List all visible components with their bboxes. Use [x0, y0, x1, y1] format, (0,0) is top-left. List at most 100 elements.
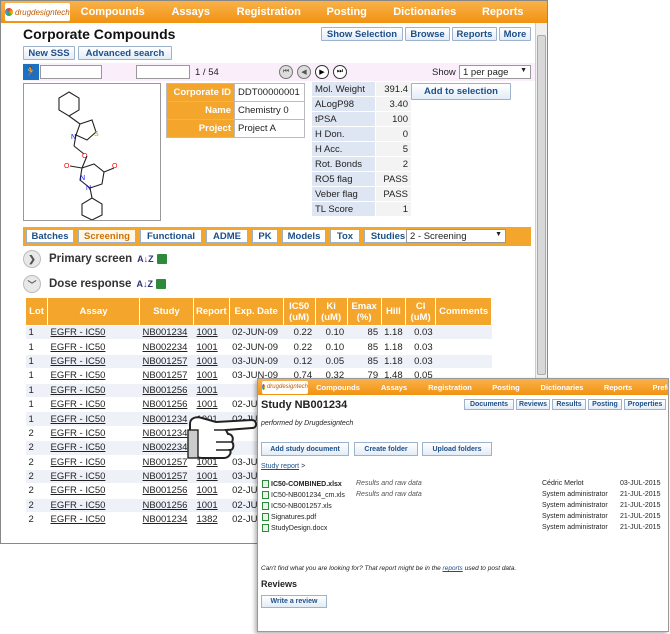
sort-icon[interactable]: A↓Z [137, 254, 154, 264]
upload-folders-button[interactable]: Upload folders [422, 442, 492, 456]
table-cell[interactable]: NB002234 [139, 339, 194, 355]
study-logo[interactable]: drugdesigntech [262, 380, 308, 394]
file-name[interactable]: IC50-COMBINED.xlsx [271, 481, 342, 488]
page-number-input[interactable] [136, 65, 190, 79]
file-name[interactable]: IC50-NB001257.xls [271, 503, 332, 510]
table-cell[interactable]: EGFR - IC50 [47, 498, 140, 514]
table-cell[interactable]: EGFR - IC50 [47, 469, 140, 485]
tab-studies[interactable]: Studies [364, 229, 412, 243]
add-study-document-button[interactable]: Add study document [261, 442, 349, 456]
file-name-cell[interactable]: StudyDesign.docx [262, 524, 327, 532]
excel-icon[interactable] [155, 279, 166, 289]
reviews-button[interactable]: Reviews [516, 399, 550, 410]
logo[interactable]: drugdesigntech [5, 3, 70, 21]
column-header[interactable]: Comments [435, 297, 493, 326]
table-cell[interactable]: EGFR - IC50 [47, 426, 140, 442]
table-cell[interactable]: EGFR - IC50 [47, 411, 140, 427]
table-cell[interactable]: 1382 [193, 512, 230, 528]
create-folder-button[interactable]: Create folder [354, 442, 418, 456]
chevron-down-icon[interactable]: ﹀ [23, 275, 41, 293]
study-nav-assays[interactable]: Assays [366, 383, 422, 392]
dose-response-section[interactable]: ﹀ Dose response A↓Z [23, 273, 166, 295]
add-to-selection-button[interactable]: Add to selection [411, 83, 511, 100]
nav-registration[interactable]: Registration [230, 6, 308, 18]
advanced-search-button[interactable]: Advanced search [78, 46, 172, 60]
table-cell[interactable]: EGFR - IC50 [47, 354, 140, 370]
runner-icon[interactable]: 🏃 [23, 64, 39, 80]
tab-adme[interactable]: ADME [206, 229, 248, 243]
file-row[interactable]: StudyDesign.docx System administrator 21-J… [262, 524, 664, 535]
file-name-cell[interactable]: IC50-NB001234_cm.xls [262, 491, 345, 499]
primary-screen-section[interactable]: ❯ Primary screen A↓Z [23, 248, 167, 270]
table-cell[interactable]: NB001256 [139, 498, 194, 514]
study-nav-dictionaries[interactable]: Dictionaries [534, 383, 590, 392]
table-cell[interactable]: 1001 [193, 383, 230, 398]
table-cell[interactable]: NB001257 [139, 354, 194, 370]
show-selection-button[interactable]: Show Selection [321, 27, 403, 41]
column-header[interactable]: Assay [47, 297, 140, 326]
new-sss-button[interactable]: New SSS [23, 46, 75, 60]
results-button[interactable]: Results [552, 399, 586, 410]
tab-select[interactable]: 2 - Screening ▼ [406, 229, 506, 243]
table-cell[interactable]: EGFR - IC50 [47, 397, 140, 413]
table-cell[interactable]: EGFR - IC50 [47, 368, 140, 384]
table-cell[interactable]: NB001256 [139, 383, 194, 398]
file-row[interactable]: IC50-COMBINED.xlsx Results and raw data Cé… [262, 480, 664, 491]
excel-icon[interactable] [156, 254, 167, 264]
column-header[interactable]: Report [193, 297, 230, 326]
nav-posting[interactable]: Posting [308, 6, 386, 18]
table-cell[interactable]: EGFR - IC50 [47, 512, 140, 528]
tab-functional[interactable]: Functional [140, 229, 202, 243]
structure-image[interactable]: N S O O N N O [23, 83, 161, 221]
column-header[interactable]: Emax (%) [346, 297, 382, 326]
table-cell[interactable]: EGFR - IC50 [47, 440, 140, 456]
table-cell[interactable]: 1001 [193, 354, 230, 370]
nav-reports[interactable]: Reports [464, 6, 542, 18]
table-cell[interactable]: EGFR - IC50 [47, 325, 140, 341]
tab-tox[interactable]: Tox [330, 229, 360, 243]
column-header[interactable]: CI (uM) [405, 297, 437, 326]
scrollbar-thumb[interactable] [537, 35, 546, 375]
documents-button[interactable]: Documents [464, 399, 514, 410]
table-cell[interactable]: NB001257 [139, 368, 194, 384]
reports-link[interactable]: reports [443, 565, 463, 572]
table-cell[interactable]: 1001 [193, 483, 230, 499]
file-row[interactable]: IC50-NB001257.xls System administrator 21-… [262, 502, 664, 513]
column-header[interactable]: IC50 (uM) [282, 297, 316, 326]
table-row[interactable]: 1 EGFR - IC50 NB001234 1001 02-JUN-09 0.22 0.1… [25, 325, 492, 341]
column-header[interactable]: Exp. Date [228, 297, 284, 326]
tab-pk[interactable]: PK [252, 229, 278, 243]
next-page-icon[interactable]: ▶ [315, 65, 329, 79]
breadcrumb-study-report[interactable]: Study report [261, 463, 299, 470]
column-header[interactable]: Study [139, 297, 194, 326]
study-nav-posting[interactable]: Posting [478, 383, 534, 392]
table-row[interactable]: 1 EGFR - IC50 NB002234 1001 02-JUN-09 0.22 0.1… [25, 339, 492, 355]
study-nav-preferences[interactable]: Preferences [646, 383, 668, 392]
per-page-select[interactable]: 1 per page ▼ [459, 65, 531, 79]
tab-batches[interactable]: Batches [26, 229, 74, 243]
table-cell[interactable]: 1001 [193, 469, 230, 485]
table-cell[interactable]: EGFR - IC50 [47, 455, 140, 470]
posting-button[interactable]: Posting [588, 399, 622, 410]
nav-dictionaries[interactable]: Dictionaries [386, 6, 464, 18]
study-nav-registration[interactable]: Registration [422, 383, 478, 392]
more-button[interactable]: More [499, 27, 531, 41]
search-input[interactable] [40, 65, 102, 79]
table-cell[interactable]: 1001 [193, 498, 230, 514]
file-name[interactable]: Signatures.pdf [271, 514, 316, 521]
table-cell[interactable]: EGFR - IC50 [47, 339, 140, 355]
study-nav-compounds[interactable]: Compounds [310, 383, 366, 392]
study-nav-reports[interactable]: Reports [590, 383, 646, 392]
tab-screening[interactable]: Screening [78, 229, 136, 243]
table-row[interactable]: 1 EGFR - IC50 NB001257 1001 03-JUN-09 0.12 0.0… [25, 354, 492, 370]
file-name[interactable]: StudyDesign.docx [271, 525, 327, 532]
write-review-button[interactable]: Write a review [261, 595, 327, 608]
nav-compounds[interactable]: Compounds [74, 6, 152, 18]
table-cell[interactable]: 1001 [193, 325, 230, 341]
first-page-icon[interactable]: ⏮ [279, 65, 293, 79]
column-header[interactable]: Lot [25, 297, 48, 326]
table-cell[interactable]: NB001257 [139, 469, 194, 485]
column-header[interactable]: Hill [380, 297, 407, 326]
nav-preferences[interactable]: Preferences [542, 6, 547, 18]
tab-models[interactable]: Models [282, 229, 326, 243]
